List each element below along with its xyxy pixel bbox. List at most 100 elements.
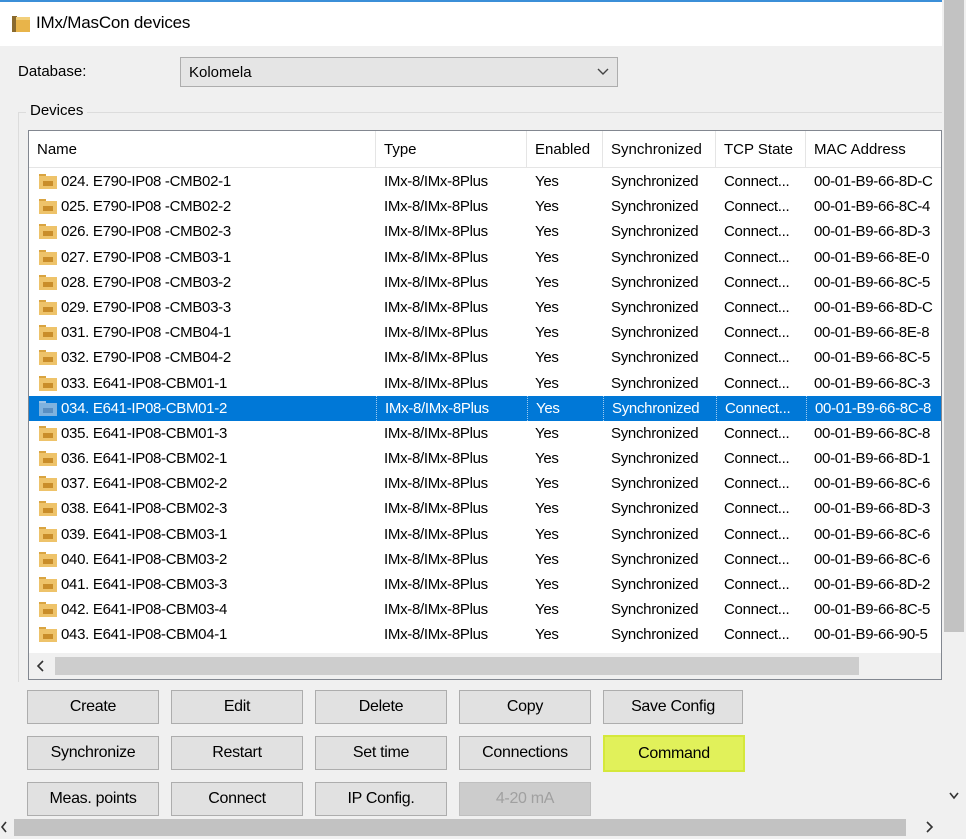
list-horizontal-scrollbar[interactable] <box>29 653 941 679</box>
device-folder-icon <box>39 375 57 391</box>
database-dropdown[interactable]: Kolomela <box>180 57 618 87</box>
restart-button[interactable]: Restart <box>171 736 303 770</box>
cell-type: IMx-8/IMx-8Plus <box>384 475 488 493</box>
table-row[interactable]: 031. E790-IP08 -CMB04-1 IMx-8/IMx-8Plus Ye… <box>29 320 941 345</box>
ip-config-button[interactable]: IP Config. <box>315 782 447 816</box>
devices-group-border-left <box>18 112 19 682</box>
cell-synchronized: Synchronized <box>611 576 699 593</box>
cell-synchronized: Synchronized <box>611 248 699 266</box>
device-folder-icon <box>39 476 57 492</box>
cell-tcp-state: Connect... <box>724 324 790 342</box>
cell-tcp-state: Connect... <box>724 248 790 266</box>
cell-name: 038. E641-IP08-CBM02-3 <box>29 496 376 521</box>
table-row[interactable]: 043. E641-IP08-CBM04-1 IMx-8/IMx-8Plus Yes… <box>29 622 941 647</box>
cell-synchronized: Synchronized <box>611 223 699 241</box>
device-name: 026. E790-IP08 -CMB02-3 <box>61 223 231 241</box>
devices-list[interactable]: Name Type Enabled Synchronized TCP State… <box>28 130 942 680</box>
table-row[interactable]: 040. E641-IP08-CBM03-2 IMx-8/IMx-8Plus Yes… <box>29 547 941 572</box>
table-row[interactable]: 027. E790-IP08 -CMB03-1 IMx-8/IMx-8Plus Ye… <box>29 245 941 270</box>
cell-mac-address: 00-01-B9-66-8D-2 <box>814 576 931 593</box>
scroll-left-icon[interactable] <box>0 820 8 834</box>
table-row[interactable]: 029. E790-IP08 -CMB03-3 IMx-8/IMx-8Plus Ye… <box>29 295 941 320</box>
cell-type: IMx-8/IMx-8Plus <box>384 223 488 241</box>
column-header-mac-address[interactable]: MAC Address <box>806 131 941 168</box>
create-button[interactable]: Create <box>27 690 159 724</box>
window-vertical-scrollbar[interactable] <box>942 0 966 816</box>
cell-name: 026. E790-IP08 -CMB02-3 <box>29 219 376 244</box>
cell-mac-address: 00-01-B9-66-8C-5 <box>814 601 931 619</box>
cell-tcp-state: Connect... <box>724 198 790 216</box>
column-header-tcp-state[interactable]: TCP State <box>716 131 806 168</box>
cell-enabled: Yes <box>535 475 559 493</box>
device-name: 037. E641-IP08-CBM02-2 <box>61 475 227 493</box>
cell-synchronized: Synchronized <box>611 324 699 342</box>
cell-enabled: Yes <box>527 395 603 421</box>
cell-type: IMx-8/IMx-8Plus <box>384 576 488 593</box>
scroll-down-icon[interactable] <box>948 790 960 802</box>
cell-enabled: Yes <box>535 324 559 342</box>
device-folder-icon <box>39 199 57 215</box>
column-header-name[interactable]: Name <box>29 131 376 168</box>
table-row[interactable]: 026. E790-IP08 -CMB02-3 IMx-8/IMx-8Plus Ye… <box>29 219 941 244</box>
table-row[interactable]: 041. E641-IP08-CBM03-3 IMx-8/IMx-8Plus Yes… <box>29 572 941 597</box>
cell-type: IMx-8/IMx-8Plus <box>384 324 488 342</box>
cell-enabled: Yes <box>535 298 559 316</box>
table-row[interactable]: 042. E641-IP08-CBM03-4 IMx-8/IMx-8Plus Yes… <box>29 597 941 622</box>
column-header-type[interactable]: Type <box>376 131 527 168</box>
set-time-button[interactable]: Set time <box>315 736 447 770</box>
cell-synchronized: Synchronized <box>611 424 699 442</box>
cell-name: 040. E641-IP08-CBM03-2 <box>29 547 376 572</box>
cell-tcp-state: Connect... <box>724 525 790 543</box>
cell-tcp-state: Connect... <box>724 626 790 644</box>
save-config-button[interactable]: Save Config <box>603 690 743 724</box>
table-row[interactable]: 035. E641-IP08-CBM01-3 IMx-8/IMx-8Plus Yes… <box>29 421 941 446</box>
cell-mac-address: 00-01-B9-66-8C-8 <box>806 395 941 421</box>
table-row[interactable]: 034. E641-IP08-CBM01-2 IMx-8/IMx-8Plus Yes… <box>29 395 941 421</box>
cell-enabled: Yes <box>535 198 559 216</box>
table-row[interactable]: 038. E641-IP08-CBM02-3 IMx-8/IMx-8Plus Yes… <box>29 496 941 521</box>
cell-type: IMx-8/IMx-8Plus <box>384 525 488 543</box>
copy-button[interactable]: Copy <box>459 690 591 724</box>
device-name: 039. E641-IP08-CBM03-1 <box>61 525 227 543</box>
cell-enabled: Yes <box>535 273 559 291</box>
cell-tcp-state: Connect... <box>724 298 790 316</box>
scroll-right-icon[interactable] <box>924 820 934 834</box>
table-row[interactable]: 032. E790-IP08 -CMB04-2 IMx-8/IMx-8Plus Ye… <box>29 345 941 370</box>
cell-name: 025. E790-IP08 -CMB02-2 <box>29 194 376 219</box>
table-row[interactable]: 037. E641-IP08-CBM02-2 IMx-8/IMx-8Plus Yes… <box>29 471 941 496</box>
connections-button[interactable]: Connections <box>459 736 591 770</box>
cell-enabled: Yes <box>535 248 559 266</box>
horizontal-scroll-thumb[interactable] <box>14 819 906 836</box>
cell-mac-address: 00-01-B9-66-90-5 <box>814 626 928 644</box>
device-name: 028. E790-IP08 -CMB03-2 <box>61 273 231 291</box>
cell-synchronized: Synchronized <box>603 395 716 421</box>
synchronize-button[interactable]: Synchronize <box>27 736 159 770</box>
cell-synchronized: Synchronized <box>611 450 699 468</box>
table-row[interactable]: 025. E790-IP08 -CMB02-2 IMx-8/IMx-8Plus Ye… <box>29 194 941 219</box>
table-row[interactable]: 028. E790-IP08 -CMB03-2 IMx-8/IMx-8Plus Ye… <box>29 270 941 295</box>
window-horizontal-scrollbar[interactable] <box>0 816 942 839</box>
table-row[interactable]: 036. E641-IP08-CBM02-1 IMx-8/IMx-8Plus Yes… <box>29 446 941 471</box>
cell-type: IMx-8/IMx-8Plus <box>384 450 488 468</box>
table-row[interactable]: 033. E641-IP08-CBM01-1 IMx-8/IMx-8Plus Yes… <box>29 371 941 396</box>
meas-points-button[interactable]: Meas. points <box>27 782 159 816</box>
column-header-enabled[interactable]: Enabled <box>527 131 603 168</box>
device-name: 041. E641-IP08-CBM03-3 <box>61 576 227 593</box>
table-row[interactable]: 024. E790-IP08 -CMB02-1 IMx-8/IMx-8Plus Ye… <box>29 169 941 194</box>
list-horizontal-scroll-thumb[interactable] <box>55 657 859 675</box>
edit-button[interactable]: Edit <box>171 690 303 724</box>
cell-type: IMx-8/IMx-8Plus <box>384 626 488 644</box>
cell-type: IMx-8/IMx-8Plus <box>384 374 488 392</box>
cell-mac-address: 00-01-B9-66-8E-8 <box>814 324 930 342</box>
scroll-left-icon[interactable] <box>34 658 46 674</box>
vertical-scroll-thumb[interactable] <box>944 0 964 632</box>
delete-button[interactable]: Delete <box>315 690 447 724</box>
cell-name: 031. E790-IP08 -CMB04-1 <box>29 320 376 345</box>
cell-enabled: Yes <box>535 424 559 442</box>
column-header-synchronized[interactable]: Synchronized <box>603 131 716 168</box>
command-button[interactable]: Command <box>603 735 745 772</box>
device-folder-icon <box>39 627 57 643</box>
device-folder-icon <box>39 274 57 290</box>
connect-button[interactable]: Connect <box>171 782 303 816</box>
table-row[interactable]: 039. E641-IP08-CBM03-1 IMx-8/IMx-8Plus Yes… <box>29 522 941 547</box>
